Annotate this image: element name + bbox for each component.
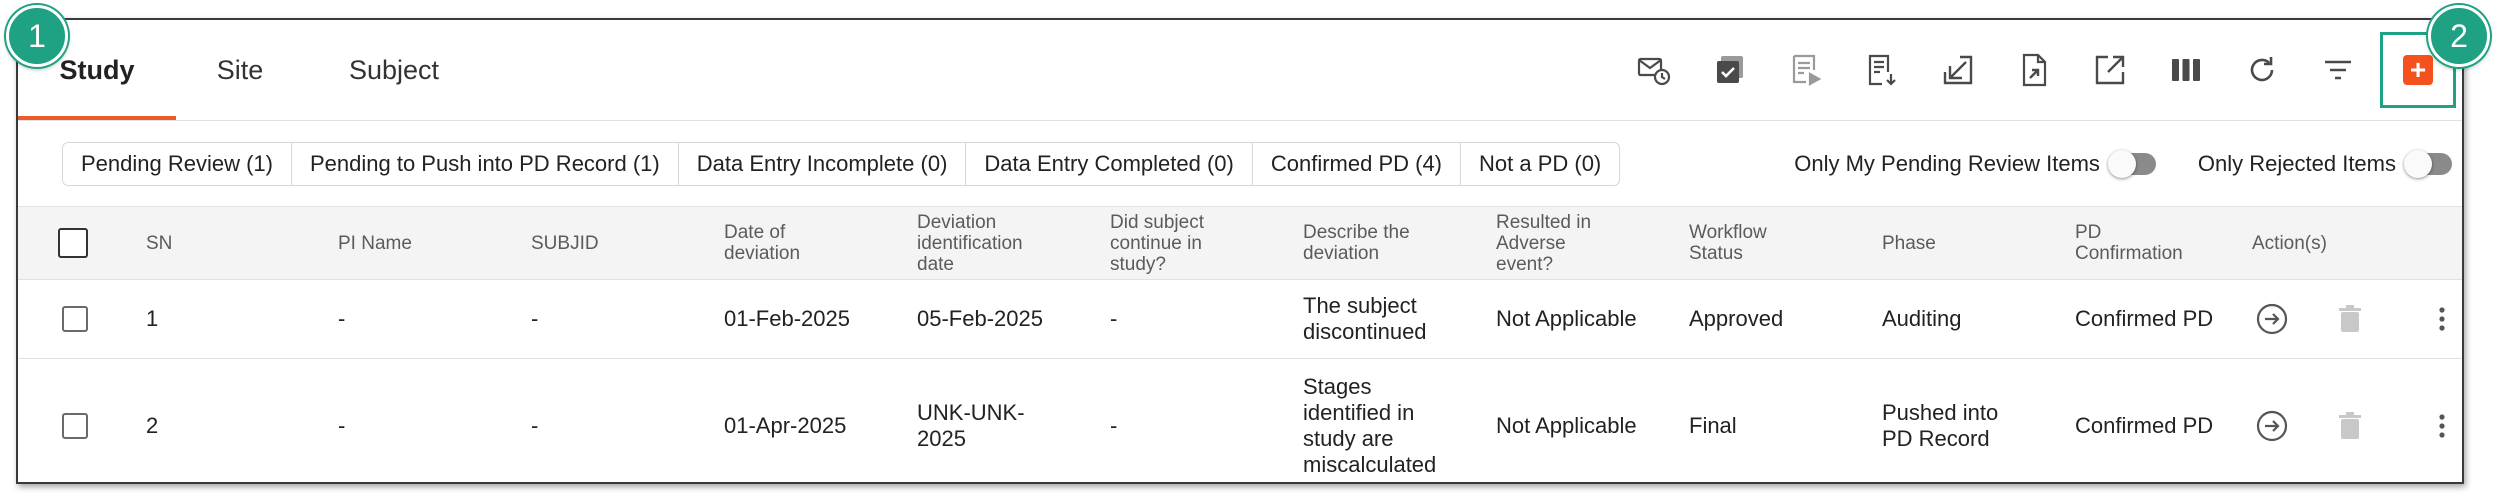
- col-adverse-event[interactable]: Resulted in Adverse event?: [1496, 207, 1616, 279]
- trash-icon: [2339, 412, 2361, 439]
- only-my-pending-label: Only My Pending Review Items: [1794, 151, 2100, 176]
- refresh-button[interactable]: [2224, 44, 2300, 96]
- col-describe[interactable]: Describe the deviation: [1303, 207, 1433, 279]
- filter-data-entry-completed[interactable]: Data Entry Completed (0): [965, 142, 1253, 186]
- mail-clock-icon: [1637, 57, 1671, 86]
- more-options-button[interactable]: [2422, 359, 2462, 482]
- cell-workflow-status: Final: [1689, 413, 1737, 438]
- import-button[interactable]: [1920, 44, 1996, 96]
- only-rejected-toggle-item: Only Rejected Items: [2197, 150, 2452, 178]
- cell-subjid: -: [531, 413, 539, 438]
- col-deviation-identification-date[interactable]: Deviation identification date: [917, 207, 1047, 279]
- cell-phase: Auditing: [1882, 306, 1962, 331]
- delete-button[interactable]: [2330, 359, 2370, 482]
- columns-button[interactable]: [2148, 44, 2224, 96]
- cell-adverse-event: Not Applicable: [1496, 413, 1637, 438]
- only-my-pending-toggle-item: Only My Pending Review Items: [1794, 150, 2156, 178]
- download-list-button[interactable]: [1844, 44, 1920, 96]
- refresh-icon: [2250, 57, 2274, 82]
- col-continue-in-study[interactable]: Did subject continue in study?: [1110, 207, 1240, 279]
- filter-confirmed-pd[interactable]: Confirmed PD (4): [1251, 142, 1461, 186]
- cell-pi-name: -: [338, 306, 346, 331]
- table-row[interactable]: 1 - - 01-Feb-2025 05-Feb-2025 - The subj…: [18, 280, 2462, 359]
- tab-subject[interactable]: Subject: [304, 20, 484, 120]
- toolbar: +: [1616, 32, 2462, 108]
- download-list-icon: [1868, 54, 1896, 86]
- filter-not-a-pd[interactable]: Not a PD (0): [1460, 142, 1621, 186]
- tab-site[interactable]: Site: [176, 20, 304, 120]
- bulk-approve-button[interactable]: [1692, 44, 1768, 96]
- more-options-button[interactable]: [2422, 280, 2462, 358]
- only-rejected-label: Only Rejected Items: [2197, 151, 2396, 176]
- mail-clock-button[interactable]: [1616, 44, 1692, 96]
- trash-icon: [2339, 305, 2361, 332]
- filter-button[interactable]: [2300, 44, 2376, 96]
- step-badge-1: 1: [6, 5, 68, 67]
- review-list-button[interactable]: [1768, 44, 1844, 96]
- cell-sn: 1: [146, 306, 159, 331]
- row-checkbox[interactable]: [62, 306, 88, 332]
- deviation-table: SN PI Name SUBJID Date of deviation Devi…: [18, 206, 2462, 482]
- col-actions: Action(s): [2252, 232, 2327, 254]
- open-record-button[interactable]: [2252, 359, 2292, 482]
- cell-date-of-deviation: 01-Feb-2025: [724, 306, 850, 331]
- filter-data-entry-incomplete[interactable]: Data Entry Incomplete (0): [677, 142, 967, 186]
- pd-list-panel: Study Site Subject + Pending Review (1) …: [16, 18, 2464, 484]
- col-pi-name[interactable]: PI Name: [338, 207, 488, 279]
- filter-icon: [2325, 60, 2351, 80]
- more-vertical-icon: [2439, 307, 2445, 331]
- add-button[interactable]: +: [2403, 55, 2433, 85]
- cell-describe: Stages identified in study are miscalcul…: [1303, 374, 1437, 477]
- cell-continue-in-study: -: [1110, 306, 1118, 331]
- cell-adverse-event: Not Applicable: [1496, 306, 1637, 331]
- col-workflow-status[interactable]: Workflow Status: [1689, 207, 1809, 279]
- col-subjid[interactable]: SUBJID: [531, 207, 681, 279]
- col-phase[interactable]: Phase: [1882, 207, 2032, 279]
- cell-describe: The subject discontinued: [1303, 293, 1427, 344]
- play-list-icon: [1792, 54, 1822, 86]
- cell-sn: 2: [146, 413, 159, 438]
- more-vertical-icon: [2439, 414, 2445, 438]
- arrow-right-circle-icon: [2256, 410, 2288, 442]
- step-badge-2: 2: [2428, 5, 2490, 67]
- export-file-icon: [2022, 53, 2047, 87]
- cell-deviation-identification-date: 05-Feb-2025: [917, 306, 1043, 331]
- cell-subjid: -: [531, 306, 539, 331]
- export-file-button[interactable]: [1996, 44, 2072, 96]
- delete-button[interactable]: [2330, 280, 2370, 358]
- status-filter-group: Pending Review (1) Pending to Push into …: [62, 142, 1621, 186]
- table-header: SN PI Name SUBJID Date of deviation Devi…: [18, 206, 2462, 280]
- cell-phase: Pushed into PD Record: [1882, 400, 1999, 451]
- table-row[interactable]: 2 - - 01-Apr-2025 UNK-UNK-2025 - Stages …: [18, 359, 2462, 482]
- checklist-icon: [1717, 56, 1743, 83]
- open-record-button[interactable]: [2252, 280, 2292, 358]
- add-icon: +: [2409, 54, 2427, 85]
- arrow-right-circle-icon: [2256, 303, 2288, 335]
- cell-pd-confirmation: Confirmed PD: [2075, 413, 2214, 438]
- filter-pending-push[interactable]: Pending to Push into PD Record (1): [290, 142, 679, 186]
- cell-date-of-deviation: 01-Apr-2025: [724, 413, 847, 438]
- toggle-group: Only My Pending Review Items Only Reject…: [1752, 142, 2452, 186]
- only-rejected-switch[interactable]: [2404, 150, 2452, 178]
- row-checkbox[interactable]: [62, 413, 88, 439]
- select-all-checkbox[interactable]: [58, 228, 88, 258]
- cell-pi-name: -: [338, 413, 346, 438]
- open-external-button[interactable]: [2072, 44, 2148, 96]
- col-pd-confirmation[interactable]: PD Confirmation: [2075, 207, 2205, 279]
- cell-deviation-identification-date: UNK-UNK-2025: [917, 400, 1025, 451]
- arrow-in-icon: [1943, 55, 1973, 85]
- filter-pending-review[interactable]: Pending Review (1): [62, 142, 292, 186]
- col-date-of-deviation[interactable]: Date of deviation: [724, 207, 854, 279]
- col-sn[interactable]: SN: [146, 207, 266, 279]
- cell-continue-in-study: -: [1110, 413, 1118, 438]
- open-external-icon: [2095, 55, 2125, 85]
- cell-pd-confirmation: Confirmed PD: [2075, 306, 2214, 331]
- columns-icon: [2172, 59, 2200, 81]
- tab-divider: [18, 120, 2462, 121]
- only-my-pending-switch[interactable]: [2107, 150, 2156, 178]
- tab-bar: Study Site Subject: [18, 20, 484, 120]
- cell-workflow-status: Approved: [1689, 306, 1784, 331]
